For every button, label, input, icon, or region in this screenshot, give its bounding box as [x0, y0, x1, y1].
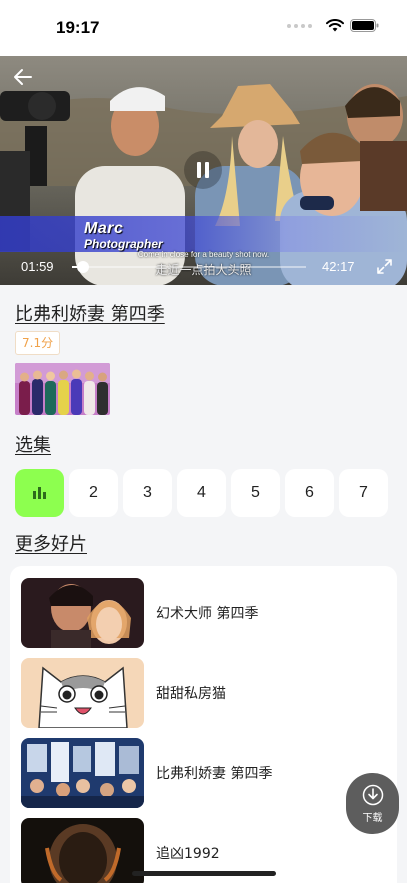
- status-bar: 19:17: [0, 0, 407, 56]
- battery-icon: [350, 19, 379, 32]
- download-button[interactable]: 下载: [346, 773, 399, 834]
- recommendation-thumbnail: [21, 818, 144, 883]
- progress-handle[interactable]: [76, 261, 89, 273]
- back-arrow-icon[interactable]: [12, 66, 34, 88]
- recommendation-list: 幻术大师 第四季 甜甜私房猫 比弗利娇妻 第四季 追凶1992: [10, 566, 397, 883]
- fullscreen-icon[interactable]: [376, 258, 393, 275]
- episode-current-button[interactable]: [15, 469, 64, 517]
- status-time: 19:17: [56, 18, 100, 37]
- recommendation-thumbnail: [21, 738, 144, 808]
- signal-dots-icon: [287, 23, 312, 28]
- show-poster-thumbnail[interactable]: [15, 363, 110, 415]
- home-indicator: [132, 871, 276, 876]
- current-time: 01:59: [21, 259, 54, 274]
- episode-button[interactable]: 5: [231, 469, 280, 517]
- rating-badge: 7.1分: [15, 331, 61, 355]
- pause-button[interactable]: [184, 151, 222, 189]
- recommendation-item[interactable]: 甜甜私房猫: [21, 658, 381, 728]
- recommendation-thumbnail: [21, 578, 144, 648]
- recommendation-item[interactable]: 比弗利娇妻 第四季: [21, 738, 381, 808]
- poster-image: [15, 363, 110, 415]
- episode-button[interactable]: 3: [123, 469, 172, 517]
- video-player[interactable]: Marc Photographer Come in close for a be…: [0, 56, 407, 285]
- subtitle-english: Come in close for a beauty shot now.: [137, 250, 270, 259]
- now-playing-icon: [33, 487, 46, 499]
- progress-bar[interactable]: [72, 261, 306, 273]
- recommendation-title: 追凶1992: [156, 846, 220, 862]
- recommendation-title: 甜甜私房猫: [156, 686, 226, 702]
- total-time: 42:17: [322, 259, 355, 274]
- show-title: 比弗利娇妻 第四季: [15, 304, 165, 325]
- recommendation-item[interactable]: 幻术大师 第四季: [21, 578, 381, 648]
- status-icons: [287, 19, 379, 32]
- recommendation-thumbnail: [21, 658, 144, 728]
- download-icon: [362, 784, 383, 805]
- episode-button[interactable]: 7: [339, 469, 388, 517]
- overlay-role: Photographer: [84, 237, 163, 251]
- wifi-icon: [326, 19, 344, 32]
- episode-button[interactable]: 2: [69, 469, 118, 517]
- more-section-title: 更多好片: [15, 534, 87, 555]
- overlay-name: Marc: [84, 220, 124, 237]
- episode-button[interactable]: 4: [177, 469, 226, 517]
- episode-list: 2 3 4 5 6 7: [15, 469, 388, 517]
- episode-button[interactable]: 6: [285, 469, 334, 517]
- recommendation-title: 幻术大师 第四季: [156, 606, 259, 622]
- episodes-section-title: 选集: [15, 435, 51, 456]
- pause-icon: [197, 162, 201, 178]
- video-lower-third: [0, 216, 407, 252]
- download-label: 下载: [362, 812, 383, 824]
- recommendation-title: 比弗利娇妻 第四季: [156, 766, 273, 782]
